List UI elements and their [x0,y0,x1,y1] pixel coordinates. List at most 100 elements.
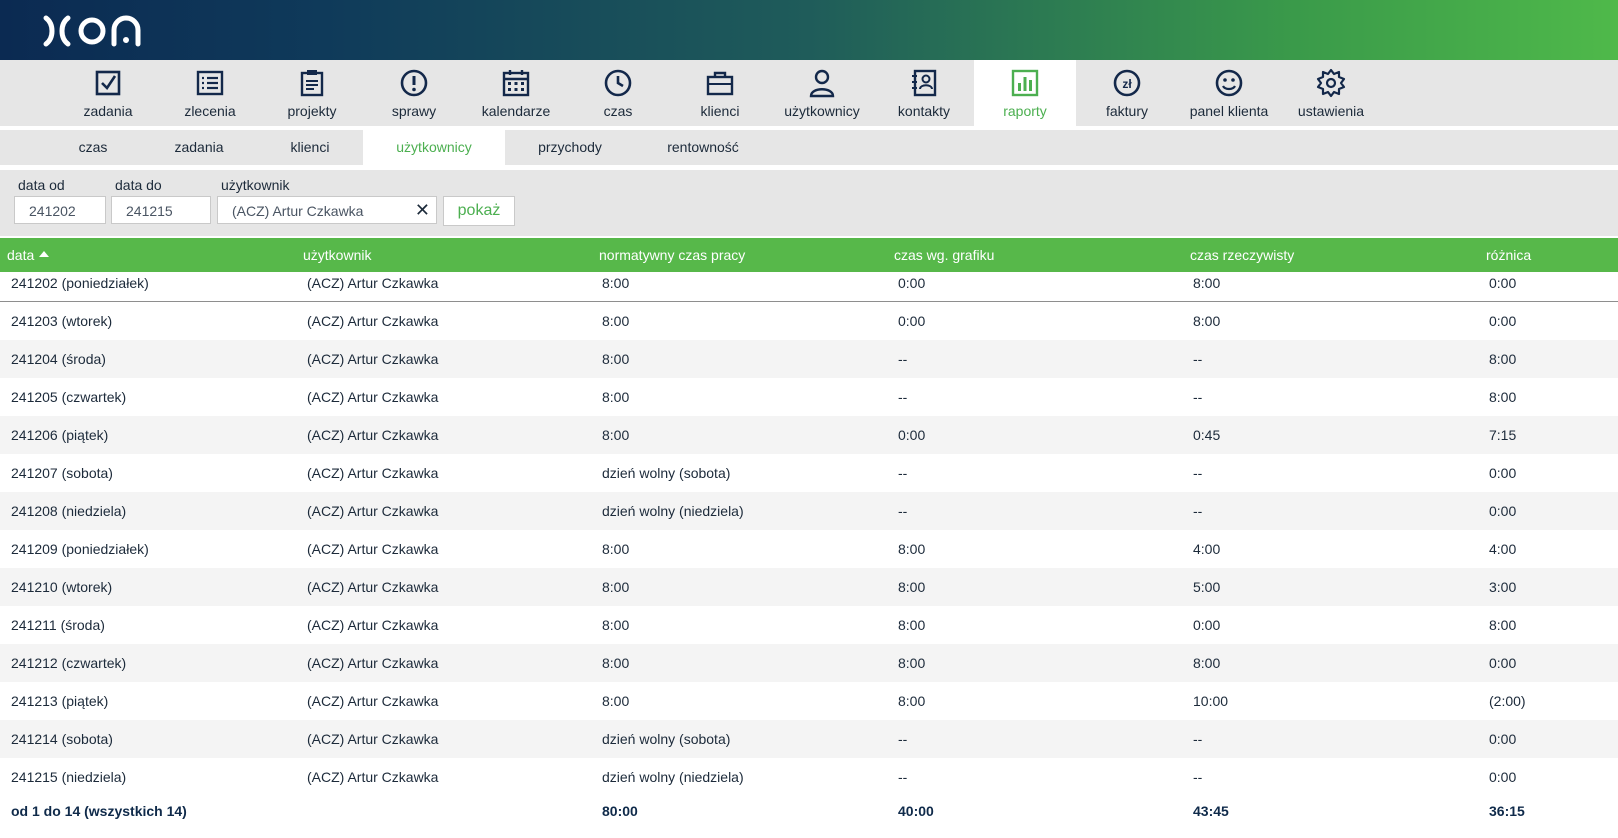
smiley-icon [1215,69,1243,97]
cell-schedule-time: 8:00 [898,693,926,709]
cell-actual-time: -- [1193,769,1203,785]
clock-icon [604,69,632,97]
user-select[interactable]: (ACZ) Artur Czkawka ✕ [217,196,437,224]
cell-schedule-time: -- [898,503,908,519]
table-row[interactable]: 241212 (czwartek) (ACZ) Artur Czkawka 8:00… [0,644,1618,682]
nav-item-label: ustawienia [1297,103,1365,119]
cell-date: 241213 (piątek) [11,693,109,709]
cell-date: 241205 (czwartek) [11,389,127,405]
cell-actual-time: -- [1193,389,1203,405]
nav-item-klienci[interactable]: klienci [669,60,771,126]
table-row[interactable]: 241209 (poniedziałek) (ACZ) Artur Czkawka… [0,530,1618,568]
nav-item-panel-klienta[interactable]: panel klienta [1178,60,1280,126]
nav-item-label: klienci [700,103,740,119]
cell-user: (ACZ) Artur Czkawka [307,655,439,671]
cell-user: (ACZ) Artur Czkawka [307,313,439,329]
cell-norm-time: 8:00 [602,693,630,709]
cell-date: 241207 (sobota) [11,465,113,481]
cell-user: (ACZ) Artur Czkawka [307,275,439,291]
tab-przychody[interactable]: przychody [520,130,620,165]
tab-czas[interactable]: czas [38,130,148,165]
footer-norm-total: 80:00 [602,803,638,819]
date-from-input[interactable]: 241202 [14,196,106,224]
main-nav: zadania zlecenia projekty sprawy kalenda… [0,60,1618,126]
table-row[interactable]: 241203 (wtorek) (ACZ) Artur Czkawka 8:00 0:… [0,302,1618,340]
cell-date: 241208 (niedziela) [11,503,127,519]
user-icon [809,69,835,98]
nav-item-raporty[interactable]: raporty [974,60,1076,126]
cell-actual-time: -- [1193,465,1203,481]
cell-actual-time: -- [1193,503,1203,519]
clear-icon[interactable]: ✕ [415,200,430,221]
cell-date: 241203 (wtorek) [11,313,113,329]
nav-item-projekty[interactable]: projekty [261,60,363,126]
column-header-difference[interactable]: różnica [1486,238,1531,272]
column-header-data[interactable]: data [7,238,50,272]
cell-schedule-time: 0:00 [898,275,926,291]
cell-user: (ACZ) Artur Czkawka [307,693,439,709]
cell-norm-time: 8:00 [602,541,630,557]
table-row[interactable]: 241208 (niedziela) (ACZ) Artur Czkawka dzi… [0,492,1618,530]
table-row[interactable]: 241215 (niedziela) (ACZ) Artur Czkawka dzi… [0,758,1618,796]
cell-norm-time: 8:00 [602,313,630,329]
nav-item-uzytkownicy[interactable]: użytkownicy [771,60,873,126]
cell-schedule-time: -- [898,389,908,405]
column-header-user[interactable]: użytkownik [303,238,371,272]
date-from-label: data od [18,177,65,193]
app-logo[interactable] [42,14,152,48]
table-row[interactable]: 241207 (sobota) (ACZ) Artur Czkawka dzień … [0,454,1618,492]
cell-actual-time: 4:00 [1193,541,1221,557]
cell-date: 241210 (wtorek) [11,579,113,595]
cell-difference: 7:15 [1489,427,1517,443]
cell-user: (ACZ) Artur Czkawka [307,579,439,595]
nav-item-label: kontakty [897,103,951,119]
footer-difference-total: 36:15 [1489,803,1525,819]
tab-zadania[interactable]: zadania [148,130,250,165]
cell-difference: 0:00 [1489,275,1517,291]
nav-item-sprawy[interactable]: sprawy [363,60,465,126]
cell-date: 241202 (poniedziałek) [11,275,149,291]
column-header-schedule-time[interactable]: czas wg. grafiku [894,238,994,272]
tab-klienci[interactable]: klienci [260,130,360,165]
footer-actual-total: 43:45 [1193,803,1229,819]
table-row[interactable]: 241211 (środa) (ACZ) Artur Czkawka 8:00 8:0… [0,606,1618,644]
cell-date: 241215 (niedziela) [11,769,127,785]
cell-actual-time: 8:00 [1193,275,1221,291]
cell-date: 241212 (czwartek) [11,655,127,671]
nav-item-kalendarze[interactable]: kalendarze [465,60,567,126]
column-header-norm-time[interactable]: normatywny czas pracy [599,238,745,272]
cell-date: 241209 (poniedziałek) [11,541,149,557]
cell-actual-time: 0:45 [1193,427,1221,443]
alert-circle-icon [400,69,428,97]
nav-item-label: zadania [83,103,133,119]
date-to-input[interactable]: 241215 [111,196,211,224]
nav-item-kontakty[interactable]: kontakty [873,60,975,126]
table-row[interactable]: 241206 (piątek) (ACZ) Artur Czkawka 8:00 0:… [0,416,1618,454]
nav-item-zadania[interactable]: zadania [57,60,159,126]
nav-item-czas[interactable]: czas [567,60,669,126]
nav-item-label: faktury [1105,103,1148,119]
cell-actual-time: 5:00 [1193,579,1221,595]
nav-item-label: sprawy [391,103,437,119]
cell-norm-time: dzień wolny (sobota) [602,731,731,747]
show-button[interactable]: pokaż [443,196,515,226]
column-header-actual-time[interactable]: czas rzeczywisty [1190,238,1294,272]
table-row[interactable]: 241205 (czwartek) (ACZ) Artur Czkawka 8:00… [0,378,1618,416]
table-footer: od 1 do 14 (wszystkich 14) 80:00 40:00 4… [0,792,1618,830]
tab-rentownosc[interactable]: rentowność [650,130,756,165]
tab-uzytkownicy[interactable]: użytkownicy [363,130,505,165]
table-row[interactable]: 241213 (piątek) (ACZ) Artur Czkawka 8:00 8:… [0,682,1618,720]
footer-summary: od 1 do 14 (wszystkich 14) [11,803,187,819]
nav-item-ustawienia[interactable]: ustawienia [1280,60,1382,126]
table-row[interactable]: 241214 (sobota) (ACZ) Artur Czkawka dzień … [0,720,1618,758]
table-row[interactable]: 241210 (wtorek) (ACZ) Artur Czkawka 8:00 8:… [0,568,1618,606]
nav-item-zlecenia[interactable]: zlecenia [159,60,261,126]
cell-schedule-time: 0:00 [898,313,926,329]
table-row[interactable]: 241204 (środa) (ACZ) Artur Czkawka 8:00 -- -… [0,340,1618,378]
cell-schedule-time: 8:00 [898,541,926,557]
cell-schedule-time: 8:00 [898,655,926,671]
nav-item-label: użytkownicy [784,103,860,119]
nav-item-faktury[interactable]: zł faktury [1076,60,1178,126]
table-row[interactable]: 241202 (poniedziałek) (ACZ) Artur Czkawka… [0,272,1618,302]
cell-date: 241204 (środa) [11,351,106,367]
